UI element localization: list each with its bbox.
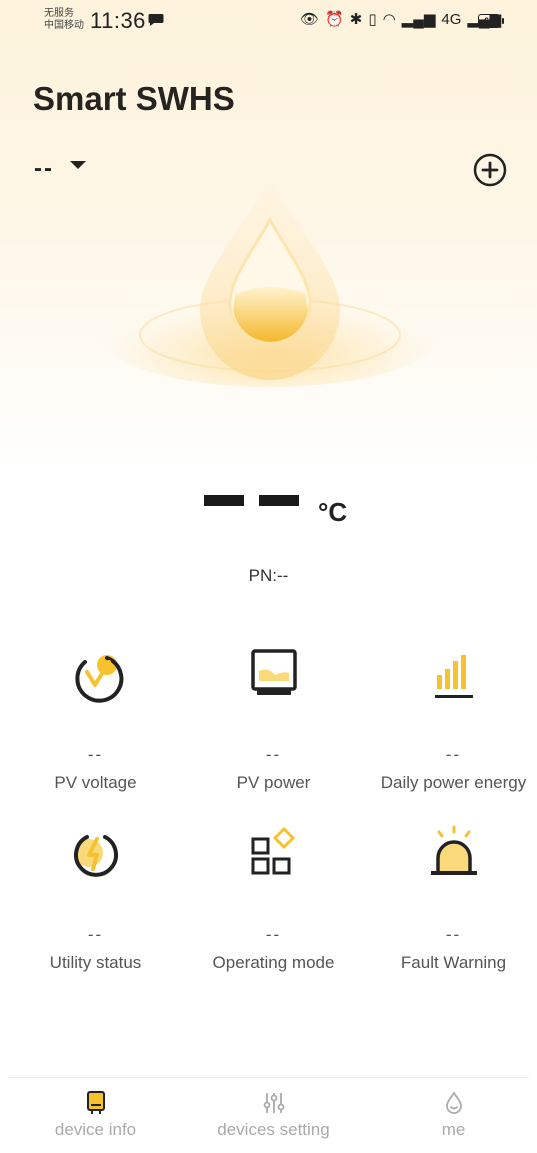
eye-icon: 👁 <box>300 11 320 28</box>
caret-down-icon <box>69 161 86 169</box>
temperature-unit: °C <box>318 497 348 527</box>
wifi-icon: ◠ <box>382 11 396 28</box>
metric-fault-warning[interactable]: -- Fault Warning <box>364 825 537 973</box>
metric-pv-power[interactable]: -- PV power <box>184 645 363 793</box>
mode-grid-icon <box>251 826 295 875</box>
metric-value: -- <box>87 745 104 764</box>
metric-daily-power-energy[interactable]: -- Daily power energy <box>364 645 537 793</box>
alarm-icon: ⏰ <box>325 11 344 28</box>
pn-number: PN:-- <box>248 566 289 585</box>
status-time: 11:36 <box>90 8 146 33</box>
temperature-placeholder-digit <box>259 495 299 506</box>
alarm-light-icon <box>430 825 477 875</box>
metric-value: -- <box>265 925 282 944</box>
tab-label: device info <box>54 1120 137 1139</box>
temperature-placeholder-digit <box>204 495 244 506</box>
metric-value: -- <box>265 745 282 764</box>
water-drop-illustration <box>100 180 440 387</box>
lightning-icon <box>73 835 118 877</box>
pv-power-icon <box>250 649 297 695</box>
metric-operating-mode[interactable]: -- Operating mode <box>184 825 363 973</box>
metric-value: -- <box>445 925 462 944</box>
metric-value: -- <box>445 745 462 764</box>
network-type: 4G <box>441 11 462 28</box>
tab-devices-setting[interactable]: devices setting <box>184 1090 363 1140</box>
pv-voltage-icon <box>74 655 123 703</box>
message-icon <box>148 14 164 26</box>
temperature-display: °C <box>204 495 347 528</box>
tab-device-info[interactable]: device info <box>6 1090 185 1140</box>
tab-me[interactable]: me <box>364 1090 537 1140</box>
tab-label: devices setting <box>217 1120 330 1139</box>
device-selector-value: -- <box>34 155 54 182</box>
add-device-button[interactable] <box>473 153 507 187</box>
signal-icon: ▂▄▆ <box>401 11 436 28</box>
metric-label: Utility status <box>49 953 142 972</box>
battery-icon: 68 <box>478 14 504 28</box>
status-icons: 👁 ⏰ ✱ ▯ ◠ ▂▄▆ 4G ▂▄▆ <box>300 11 501 29</box>
app-title: Smart SWHS <box>33 80 235 117</box>
bottom-tab-bar: device info devices setting me <box>0 1085 537 1153</box>
sliders-icon <box>263 1093 284 1113</box>
tab-label: me <box>441 1120 466 1139</box>
metric-label: Fault Warning <box>400 953 507 972</box>
device-icon <box>86 1091 105 1114</box>
vibrate-icon: ▯ <box>368 11 377 28</box>
device-selector[interactable]: -- <box>34 155 86 183</box>
metric-pv-voltage[interactable]: -- PV voltage <box>6 645 185 793</box>
metric-value: -- <box>87 925 104 944</box>
metric-label: PV voltage <box>54 773 137 792</box>
metric-label: PV power <box>236 773 311 792</box>
status-bar: 无服务 中国移动 11:36 👁 ⏰ ✱ ▯ ◠ ▂▄▆ 4G ▂▄▆ 68 <box>0 0 537 44</box>
carrier-service: 无服务 <box>44 8 74 19</box>
metric-label: Operating mode <box>212 953 335 972</box>
tabbar-divider <box>8 1077 529 1078</box>
bluetooth-icon: ✱ <box>349 11 363 28</box>
carrier-info: 无服务 中国移动 <box>44 8 84 32</box>
metric-utility-status[interactable]: -- Utility status <box>6 825 185 973</box>
bar-chart-icon <box>434 655 473 698</box>
carrier-name: 中国移动 <box>44 20 84 31</box>
metric-label: Daily power energy <box>380 773 527 792</box>
profile-drop-icon <box>445 1091 462 1114</box>
